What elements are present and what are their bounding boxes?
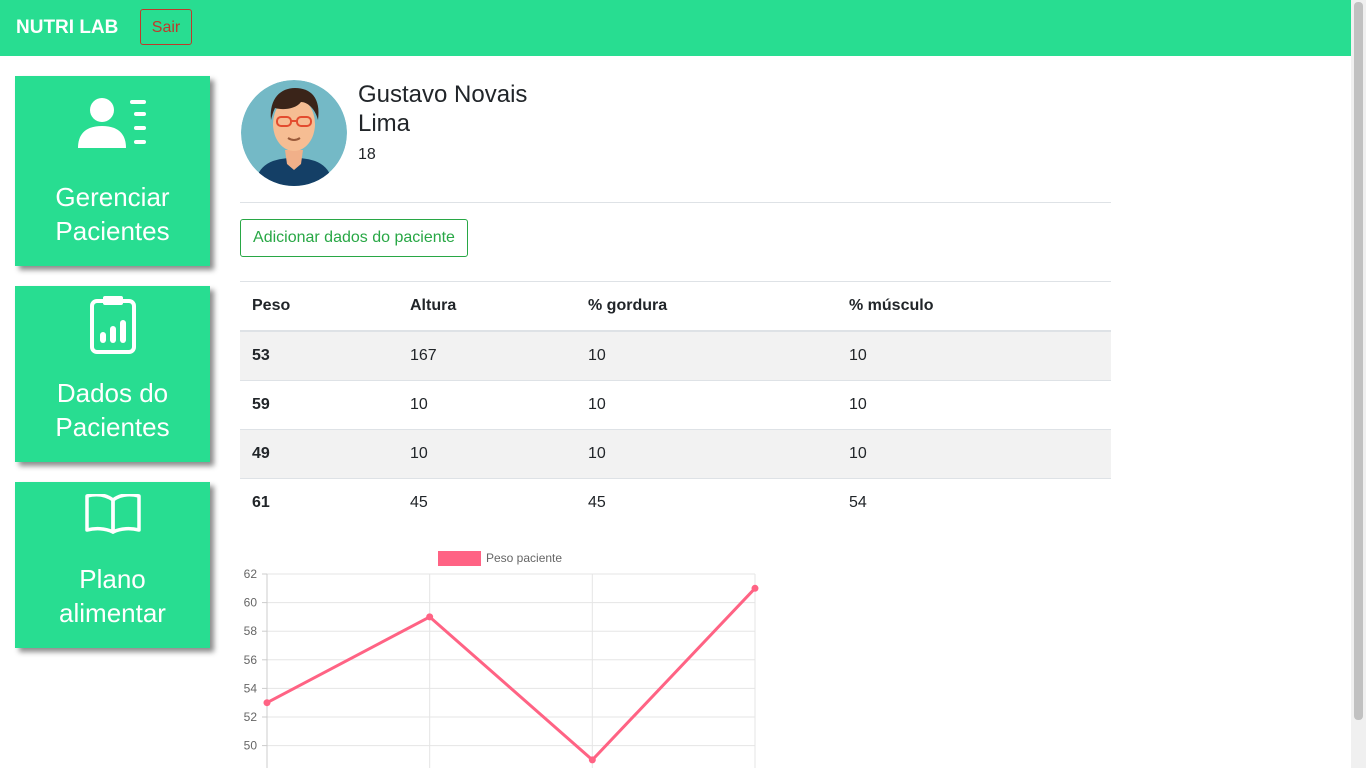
table-row: 49 10 10 10 [240, 429, 1111, 479]
y-tick-label: 50 [244, 739, 258, 753]
column-header: % gordura [576, 281, 837, 332]
table-cell: 53 [240, 330, 398, 381]
table-header-row: Peso Altura % gordura % músculo [240, 281, 1111, 332]
table-cell: 10 [576, 330, 837, 381]
y-tick-label: 62 [244, 567, 258, 581]
table-cell: 45 [576, 478, 837, 527]
table-row: 53 167 10 10 [240, 330, 1111, 381]
data-point [751, 584, 759, 592]
table-cell: 10 [837, 330, 1111, 381]
table-cell: 10 [837, 429, 1111, 479]
table-cell: 10 [398, 429, 576, 479]
table-cell: 10 [398, 380, 576, 430]
table-cell: 10 [837, 380, 1111, 430]
table-cell: 61 [240, 478, 398, 527]
sidebar-item-label: Gerenciar Pacientes [55, 182, 170, 246]
brand-logo[interactable]: NUTRI LAB [16, 17, 118, 39]
table-cell: 54 [837, 478, 1111, 527]
sidebar-item-patient-data[interactable]: Dados do Pacientes [15, 286, 210, 462]
legend-swatch [438, 551, 481, 566]
patients-icon [15, 96, 210, 152]
sidebar-item-meal-plan[interactable]: Plano alimentar [15, 482, 210, 648]
legend-label: Peso paciente [486, 551, 562, 565]
column-header: Altura [398, 281, 576, 332]
sidebar-item-label: Plano alimentar [59, 564, 166, 628]
book-icon [15, 494, 210, 534]
sidebar-item-manage-patients[interactable]: Gerenciar Pacientes [15, 76, 210, 266]
table-row: 61 45 45 54 [240, 478, 1111, 527]
scrollbar-thumb[interactable] [1354, 2, 1363, 720]
table-row: 59 10 10 10 [240, 380, 1111, 430]
y-tick-label: 60 [244, 596, 258, 610]
column-header: % músculo [837, 281, 1111, 332]
data-point [263, 699, 271, 707]
table-cell: 49 [240, 429, 398, 479]
patient-age: 18 [358, 146, 376, 163]
clipboard-chart-icon [15, 296, 210, 354]
y-tick-label: 54 [244, 681, 258, 695]
y-tick-label: 58 [244, 624, 258, 638]
y-tick-label: 52 [244, 710, 258, 724]
divider [240, 202, 1111, 203]
y-tick-label: 56 [244, 653, 258, 667]
table-cell: 59 [240, 380, 398, 430]
table-cell: 10 [576, 429, 837, 479]
scrollbar[interactable] [1351, 0, 1366, 768]
weight-chart: 62 60 58 56 54 52 50 Peso paciente [244, 551, 759, 768]
data-point [426, 613, 434, 621]
patient-name: Gustavo Novais Lima [358, 81, 528, 137]
table-cell: 167 [398, 330, 576, 381]
patient-data-table: Peso Altura % gordura % músculo 53 167 1… [240, 281, 1111, 527]
data-point [588, 756, 596, 764]
navbar: NUTRI LAB Sair [0, 0, 1351, 56]
add-patient-data-button[interactable]: Adicionar dados do paciente [240, 219, 468, 257]
table-cell: 10 [576, 380, 837, 430]
table-cell: 45 [398, 478, 576, 527]
series-line [266, 587, 757, 762]
logout-button[interactable]: Sair [140, 9, 192, 45]
sidebar-item-label: Dados do Pacientes [55, 378, 170, 442]
avatar [241, 80, 347, 186]
column-header: Peso [240, 281, 398, 332]
